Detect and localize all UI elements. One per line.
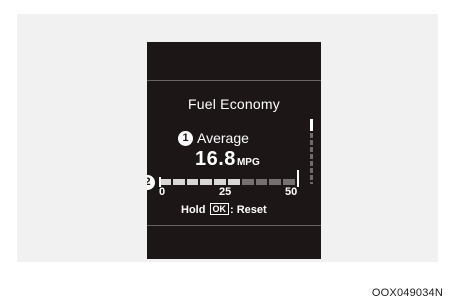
fuel-economy-value: 16.8 xyxy=(195,148,236,170)
fuel-economy-unit: MPG xyxy=(236,157,260,168)
average-label: Average xyxy=(197,130,249,146)
gauge-segment xyxy=(255,179,268,185)
ok-button-icon: OK xyxy=(209,203,230,215)
callout-2-icon: 2 xyxy=(147,175,155,190)
gauge-right-marker xyxy=(297,170,299,187)
gauge-min-label: 0 xyxy=(159,186,166,198)
reset-hint: Hold OK: Reset xyxy=(181,203,267,216)
reset-hint-prefix: Hold xyxy=(181,204,206,216)
gauge-segment xyxy=(227,179,240,185)
gauge-max-label: 50 xyxy=(285,186,298,198)
reset-hint-suffix: : Reset xyxy=(230,204,267,216)
fuel-economy-gauge xyxy=(159,179,295,185)
screen-title: Fuel Economy xyxy=(188,96,280,112)
callout-1-icon: 1 xyxy=(178,131,193,146)
figure-code: OOX049034N xyxy=(371,287,443,299)
cluster-display: Fuel Economy 1 Average 16.8MPG 2 0 25 50… xyxy=(147,42,321,259)
top-divider xyxy=(147,80,321,81)
fuel-economy-readout: 16.8MPG xyxy=(195,148,260,171)
gauge-segment xyxy=(172,179,185,185)
gauge-segment xyxy=(214,179,226,185)
bottom-divider xyxy=(147,225,321,226)
page-scroll-thumb xyxy=(310,119,313,131)
gauge-segment xyxy=(186,179,199,185)
gauge-segment xyxy=(269,179,282,185)
gauge-mid-label: 25 xyxy=(219,186,232,198)
gauge-segment xyxy=(283,179,295,185)
gauge-segment xyxy=(200,179,213,185)
gauge-segment xyxy=(241,179,254,185)
